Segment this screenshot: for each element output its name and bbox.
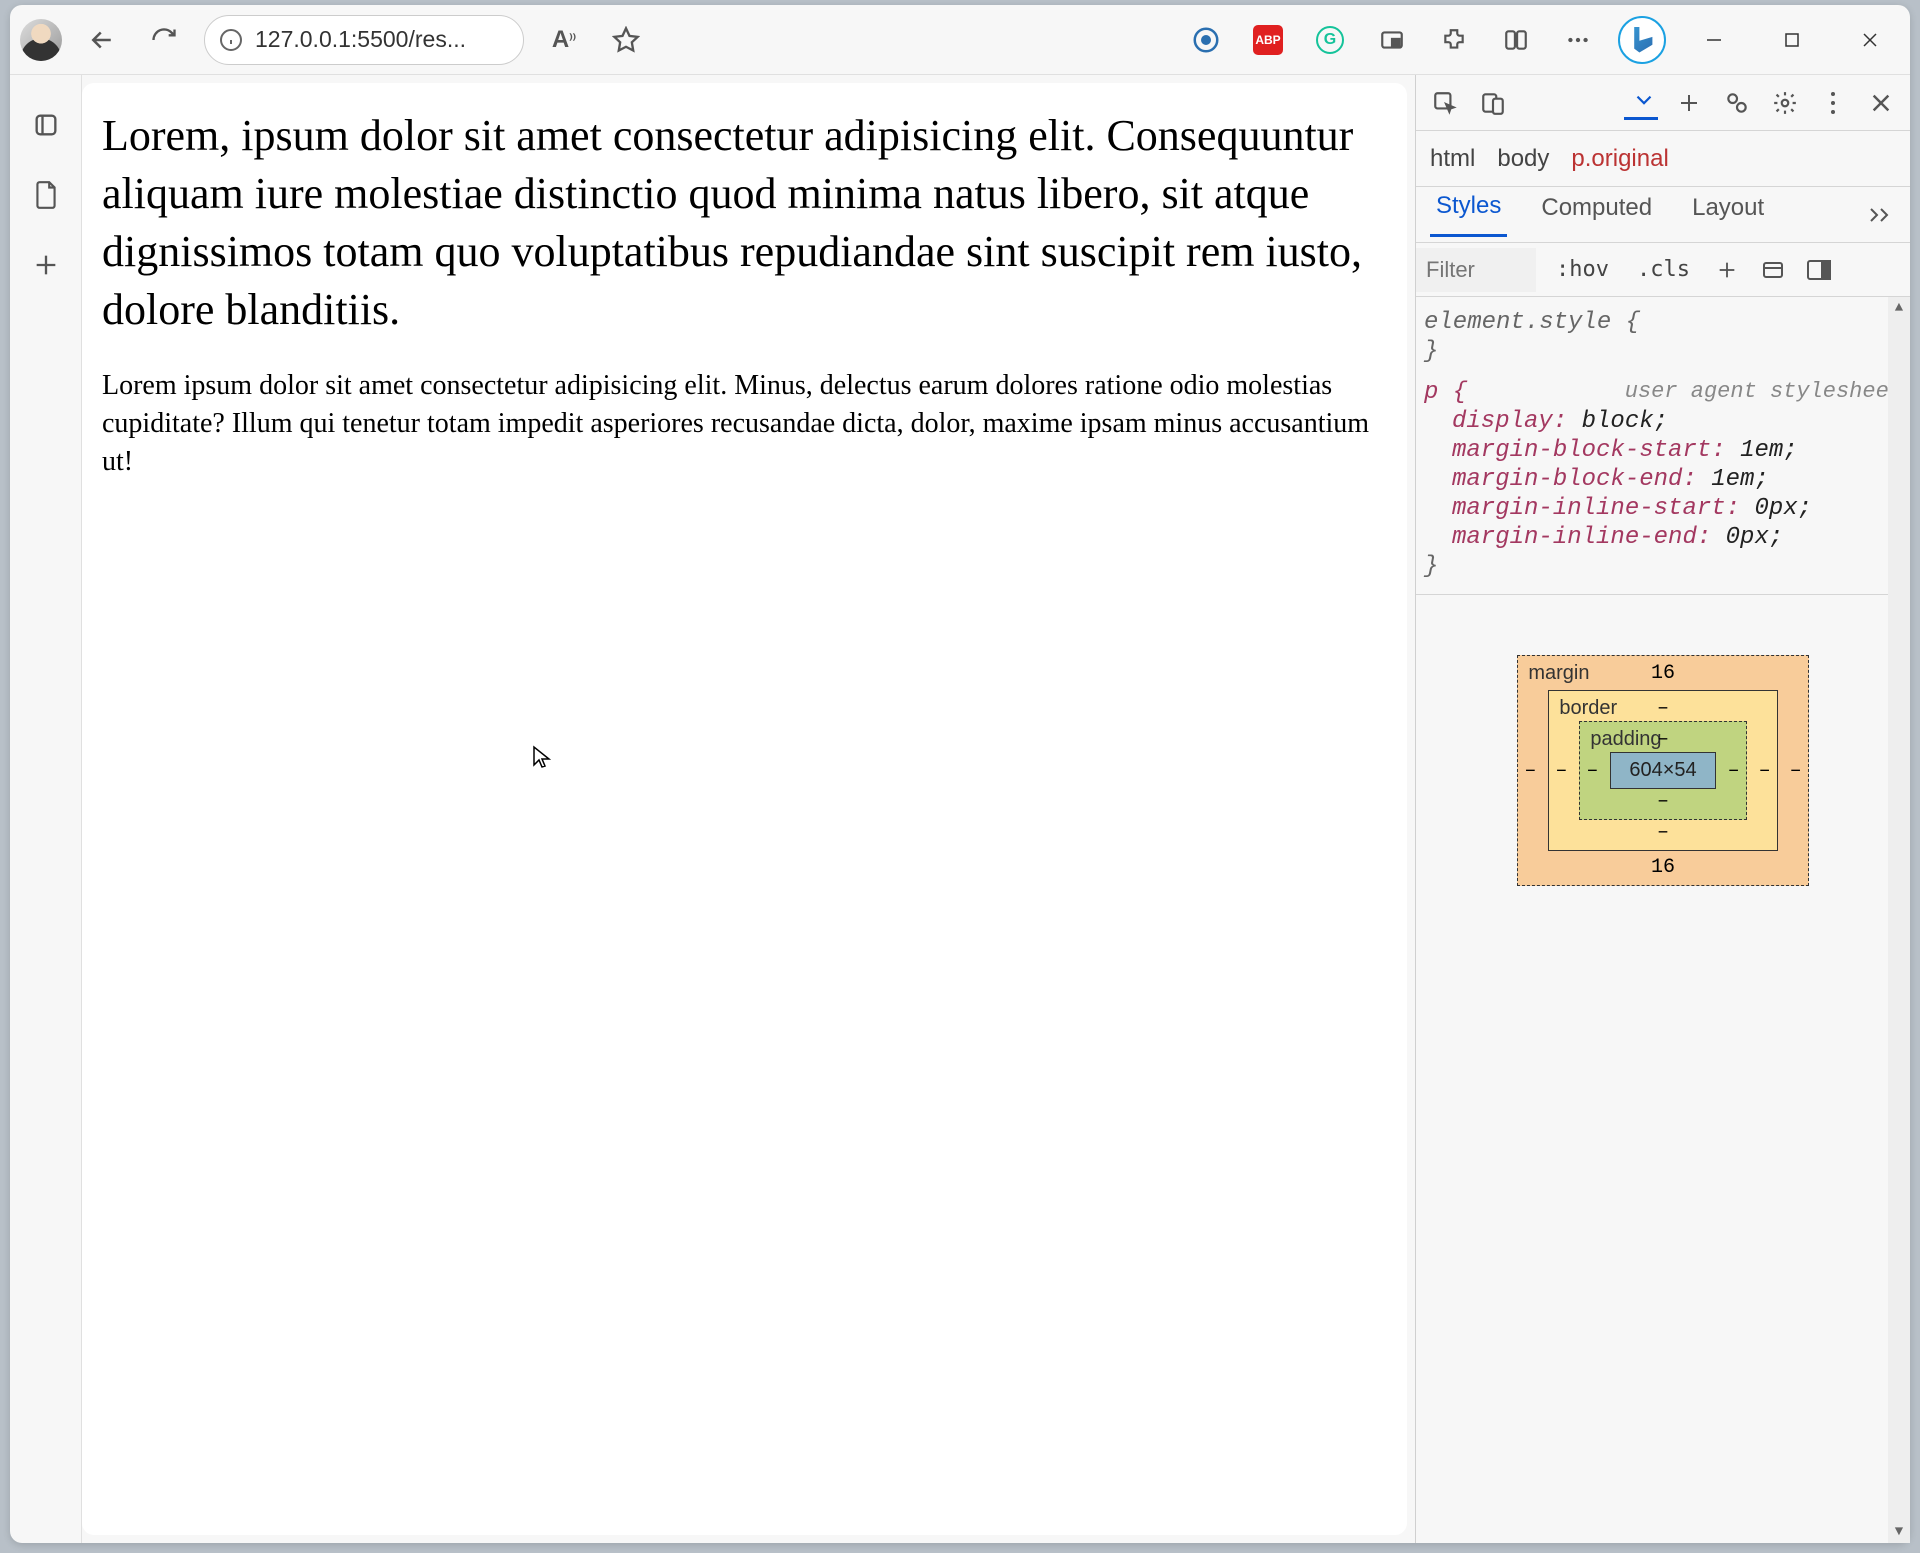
box-model[interactable]: margin 16 16 – – border – – – – paddin	[1416, 595, 1910, 946]
css-declaration[interactable]: margin-block-end: 1em;	[1424, 466, 1902, 493]
tab-styles[interactable]: Styles	[1430, 192, 1507, 237]
cls-toggle[interactable]: .cls	[1629, 251, 1698, 288]
paragraph-small: Lorem ipsum dolor sit amet consectetur a…	[102, 367, 1387, 480]
tab-computed[interactable]: Computed	[1535, 194, 1658, 236]
css-declaration[interactable]: margin-block-start: 1em;	[1424, 437, 1902, 464]
margin-right-val: –	[1790, 759, 1802, 782]
padding-label: padding	[1590, 728, 1661, 751]
breadcrumb-selected[interactable]: p.original	[1571, 145, 1668, 173]
devtools-toolbar	[1416, 75, 1910, 131]
element-style-open[interactable]: element.style {	[1424, 309, 1902, 336]
current-tab-icon[interactable]	[26, 175, 66, 215]
more-menu-icon[interactable]	[1556, 18, 1600, 62]
device-toggle-icon[interactable]	[1476, 86, 1510, 120]
margin-left-val: –	[1524, 759, 1536, 782]
devtools-scrollbar[interactable]: ▲ ▼	[1888, 297, 1910, 1543]
padding-left-val: –	[1586, 759, 1598, 782]
border-left-val: –	[1555, 759, 1567, 782]
margin-label: margin	[1528, 662, 1589, 685]
page-content[interactable]: Lorem, ipsum dolor sit amet consectetur …	[82, 83, 1407, 1535]
new-rule-icon[interactable]	[1710, 253, 1744, 287]
styles-pane[interactable]: element.style { } p { user agent stylesh…	[1416, 297, 1910, 595]
favorite-button[interactable]	[604, 18, 648, 62]
padding-right-val: –	[1728, 759, 1740, 782]
devtools-subtabs: Styles Computed Layout	[1416, 187, 1910, 243]
close-button[interactable]	[1840, 15, 1900, 65]
browser-toolbar: 127.0.0.1:5500/res... A⁾⁾ ABP G	[10, 5, 1910, 75]
computed-toggle-icon[interactable]	[1756, 253, 1790, 287]
breadcrumb-body[interactable]: body	[1497, 145, 1549, 173]
tracking-icon[interactable]	[1184, 18, 1228, 62]
border-bottom-val: –	[1657, 821, 1669, 844]
extensions-icon[interactable]	[1432, 18, 1476, 62]
content-size: 604×54	[1610, 752, 1715, 789]
css-declaration[interactable]: display: block;	[1424, 408, 1902, 435]
scroll-up-icon[interactable]: ▲	[1888, 297, 1910, 319]
styles-filter-bar: :hov .cls	[1416, 243, 1910, 297]
hov-toggle[interactable]: :hov	[1548, 251, 1617, 288]
sidebar-toggle-icon[interactable]	[1802, 253, 1836, 287]
tab-actions-icon[interactable]	[26, 105, 66, 145]
profile-avatar[interactable]	[20, 19, 62, 61]
issues-icon[interactable]	[1720, 86, 1754, 120]
grammarly-icon[interactable]: G	[1308, 18, 1352, 62]
new-style-icon[interactable]	[1672, 86, 1706, 120]
paragraph-large: Lorem, ipsum dolor sit amet consectetur …	[102, 107, 1387, 339]
mouse-cursor-icon	[530, 745, 554, 769]
scroll-down-icon[interactable]: ▼	[1888, 1521, 1910, 1543]
settings-icon[interactable]	[1768, 86, 1802, 120]
filter-input[interactable]	[1416, 248, 1536, 292]
maximize-button[interactable]	[1762, 15, 1822, 65]
padding-top-val: –	[1657, 728, 1669, 751]
inspect-icon[interactable]	[1428, 86, 1462, 120]
breadcrumb-html[interactable]: html	[1430, 145, 1475, 173]
css-rule-close: }	[1424, 553, 1902, 580]
back-button[interactable]	[80, 18, 124, 62]
refresh-button[interactable]	[142, 18, 186, 62]
abp-extension-icon[interactable]: ABP	[1246, 18, 1290, 62]
vertical-tab-bar	[10, 75, 82, 1543]
kebab-menu-icon[interactable]	[1816, 86, 1850, 120]
close-devtools-icon[interactable]	[1864, 86, 1898, 120]
site-info-icon[interactable]	[219, 28, 243, 52]
read-aloud-button[interactable]: A⁾⁾	[542, 18, 586, 62]
border-top-val: –	[1657, 697, 1669, 720]
minimize-button[interactable]	[1684, 15, 1744, 65]
border-right-val: –	[1759, 759, 1771, 782]
padding-bottom-val: –	[1657, 790, 1669, 813]
margin-top-val: 16	[1651, 662, 1675, 685]
split-screen-icon[interactable]	[1494, 18, 1538, 62]
url-text[interactable]: 127.0.0.1:5500/res...	[255, 26, 509, 53]
more-subtabs-icon[interactable]	[1862, 198, 1896, 232]
enter-pip-icon[interactable]	[1370, 18, 1414, 62]
more-tabs-icon[interactable]	[1624, 86, 1658, 120]
main-area: Lorem, ipsum dolor sit amet consectetur …	[10, 75, 1910, 1543]
browser-window: 127.0.0.1:5500/res... A⁾⁾ ABP G	[10, 5, 1910, 1543]
element-style-close: }	[1424, 338, 1902, 365]
css-declaration[interactable]: margin-inline-start: 0px;	[1424, 495, 1902, 522]
devtools-panel: html body p.original Styles Computed Lay…	[1415, 75, 1910, 1543]
css-origin: user agent stylesheet	[1625, 379, 1902, 406]
css-selector[interactable]: p {	[1424, 379, 1467, 406]
border-label: border	[1559, 697, 1617, 720]
css-declaration[interactable]: margin-inline-end: 0px;	[1424, 524, 1902, 551]
bing-chat-icon[interactable]	[1618, 16, 1666, 64]
address-bar[interactable]: 127.0.0.1:5500/res...	[204, 15, 524, 65]
margin-bottom-val: 16	[1651, 856, 1675, 879]
devtools-breadcrumb[interactable]: html body p.original	[1416, 131, 1910, 187]
new-tab-icon[interactable]	[26, 245, 66, 285]
tab-layout[interactable]: Layout	[1686, 194, 1770, 236]
